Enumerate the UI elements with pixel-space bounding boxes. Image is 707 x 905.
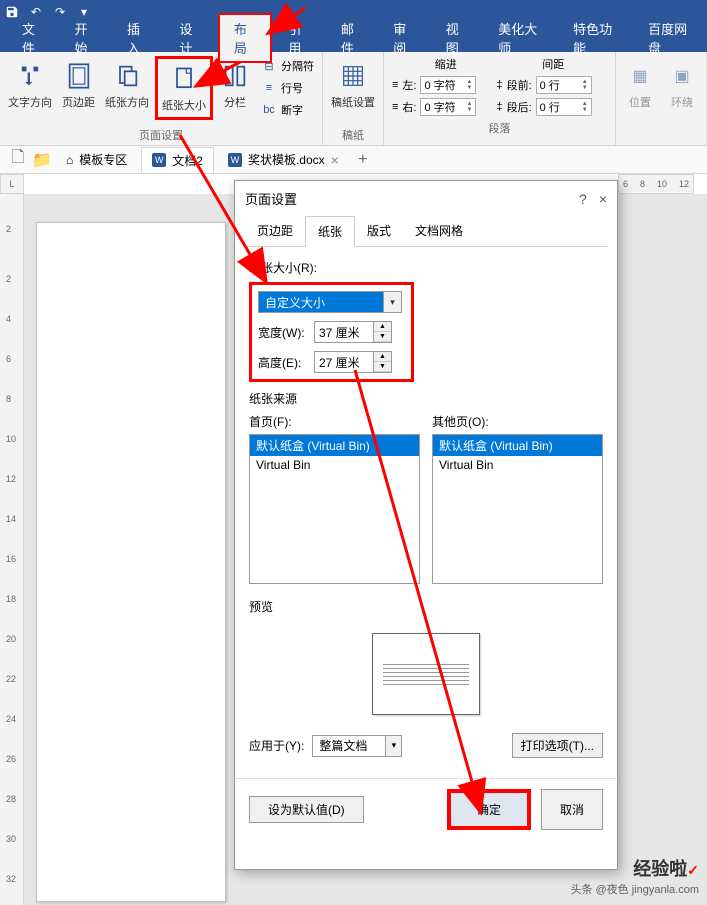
ribbon-tabs: 文件 开始 插入 设计 布局 引用 邮件 审阅 视图 美化大师 特色功能 百度网…: [0, 24, 707, 52]
indent-left-icon: ≡: [392, 79, 398, 91]
preview-label: 预览: [249, 598, 603, 615]
dialog-tab-layout[interactable]: 版式: [355, 216, 403, 246]
print-options-button[interactable]: 打印选项(T)...: [512, 733, 603, 758]
margins-icon: [63, 60, 95, 92]
draft-label: 稿纸: [323, 125, 383, 145]
paper-size-label: 纸张大小(R):: [249, 259, 603, 276]
paragraph-label: 段落: [392, 118, 607, 138]
preview-box: [372, 633, 480, 715]
doc-tab-2[interactable]: W 奖状模板.docx ×: [218, 147, 349, 172]
document-page[interactable]: [36, 222, 226, 902]
orientation-icon: [111, 60, 143, 92]
first-page-label: 首页(F):: [249, 413, 420, 430]
ok-button[interactable]: 确定: [447, 789, 531, 830]
paper-size-combo[interactable]: 自定义大小 ▾: [258, 291, 402, 313]
ribbon-group-arrange: ▦ 位置 ▣ 环绕: [616, 52, 707, 145]
ribbon-group-page-setup: 文字方向 页边距 纸张方向 纸张大小 分栏 ⊟分隔符 ≡行号 bc断字: [0, 52, 323, 145]
dialog-tabs: 页边距 纸张 版式 文档网格: [245, 216, 607, 247]
hyphenation-button[interactable]: bc断字: [257, 100, 318, 120]
open-folder-icon[interactable]: 📁: [32, 150, 52, 170]
position-icon: ▦: [624, 60, 656, 92]
breaks-button[interactable]: ⊟分隔符: [257, 56, 318, 76]
spacing-header: 间距: [542, 56, 564, 72]
height-input[interactable]: ▲▼: [314, 351, 392, 373]
breaks-icon: ⊟: [261, 58, 277, 74]
line-numbers-icon: ≡: [261, 80, 277, 96]
ribbon: 文字方向 页边距 纸张方向 纸张大小 分栏 ⊟分隔符 ≡行号 bc断字: [0, 52, 707, 146]
draft-icon: [337, 60, 369, 92]
dialog-close-icon[interactable]: ×: [599, 191, 607, 207]
wrap-icon: ▣: [666, 60, 698, 92]
indent-header: 缩进: [435, 56, 457, 72]
indent-right-input[interactable]: 0 字符▲▼: [420, 98, 476, 116]
dialog-help-icon[interactable]: ?: [579, 191, 587, 207]
spin-down-icon[interactable]: ▼: [374, 362, 391, 372]
ruler-corner: L: [0, 174, 24, 194]
watermark: 经验啦✓ 头条 @夜色 jingyanla.com: [570, 855, 699, 897]
set-default-button[interactable]: 设为默认值(D): [249, 796, 364, 823]
text-direction-icon: [14, 60, 46, 92]
position-button: ▦ 位置: [620, 56, 660, 114]
indent-left-input[interactable]: 0 字符▲▼: [420, 76, 476, 94]
spin-up-icon[interactable]: ▲: [374, 352, 391, 362]
text-direction-button[interactable]: 文字方向: [4, 56, 56, 114]
dialog-tab-grid[interactable]: 文档网格: [403, 216, 475, 246]
orientation-button[interactable]: 纸张方向: [101, 56, 153, 114]
wrap-button: ▣ 环绕: [662, 56, 702, 114]
cancel-button[interactable]: 取消: [541, 789, 603, 830]
spin-down-icon[interactable]: ▼: [374, 332, 391, 342]
paper-size-button[interactable]: 纸张大小: [155, 56, 213, 120]
apply-to-combo[interactable]: 整篇文档 ▾: [312, 735, 402, 757]
doc-tab-1[interactable]: W 文档2: [141, 147, 214, 173]
dialog-title: 页面设置: [245, 189, 297, 208]
other-page-listbox[interactable]: 默认纸盒 (Virtual Bin) Virtual Bin: [432, 434, 603, 584]
indent-right-icon: ≡: [392, 101, 398, 113]
draft-settings-button[interactable]: 稿纸设置: [327, 56, 379, 114]
after-icon: ‡: [496, 101, 502, 113]
ribbon-group-draft: 稿纸设置 稿纸: [323, 52, 384, 145]
indent-left-label: 左:: [402, 77, 416, 93]
before-label: 段前:: [507, 77, 532, 93]
dialog-tab-paper[interactable]: 纸张: [305, 216, 355, 247]
apply-to-label: 应用于(Y):: [249, 737, 304, 754]
columns-icon: [219, 60, 251, 92]
vertical-ruler: 2 2 4 6 8 10 12 14 16 18 20 22 24 26 28 …: [0, 194, 24, 905]
width-input[interactable]: ▲▼: [314, 321, 392, 343]
word-icon: W: [228, 153, 242, 167]
indent-right-label: 右:: [402, 99, 416, 115]
ruler-right: 681012: [618, 174, 694, 194]
chevron-down-icon[interactable]: ▾: [385, 736, 401, 756]
page-setup-label: 页面设置: [0, 125, 322, 145]
close-icon[interactable]: ×: [331, 152, 339, 168]
add-tab-icon[interactable]: +: [353, 150, 373, 170]
first-page-listbox[interactable]: 默认纸盒 (Virtual Bin) Virtual Bin: [249, 434, 420, 584]
hyphenation-icon: bc: [261, 102, 277, 118]
page-setup-dialog: 页面设置 ? × 页边距 纸张 版式 文档网格 纸张大小(R): 自定义大小 ▾…: [234, 180, 618, 870]
paper-size-box: 自定义大小 ▾ 宽度(W): ▲▼ 高度(E): ▲▼: [249, 282, 414, 382]
home-icon: ⌂: [66, 153, 73, 167]
before-icon: ‡: [496, 79, 502, 91]
new-doc-icon[interactable]: 🗋: [8, 150, 28, 170]
spin-up-icon[interactable]: ▲: [374, 322, 391, 332]
chevron-down-icon[interactable]: ▾: [383, 292, 401, 312]
height-label: 高度(E):: [258, 354, 308, 371]
other-page-label: 其他页(O):: [432, 413, 603, 430]
after-input[interactable]: 0 行▲▼: [536, 98, 592, 116]
before-input[interactable]: 0 行▲▼: [536, 76, 592, 94]
template-area-tab[interactable]: ⌂ 模板专区: [56, 147, 137, 172]
doc-tabs: 🗋 📁 ⌂ 模板专区 W 文档2 W 奖状模板.docx × +: [0, 146, 707, 174]
paper-source-label: 纸张来源: [249, 390, 603, 407]
ribbon-group-paragraph: 缩进 间距 ≡ 左: 0 字符▲▼ ‡ 段前: 0 行▲▼ ≡ 右: 0 字符▲…: [384, 52, 616, 145]
columns-button[interactable]: 分栏: [215, 56, 255, 114]
paper-size-icon: [168, 63, 200, 95]
after-label: 段后:: [507, 99, 532, 115]
word-icon: W: [152, 153, 166, 167]
dialog-tab-margins[interactable]: 页边距: [245, 216, 305, 246]
line-numbers-button[interactable]: ≡行号: [257, 78, 318, 98]
margins-button[interactable]: 页边距: [58, 56, 99, 114]
width-label: 宽度(W):: [258, 324, 308, 341]
